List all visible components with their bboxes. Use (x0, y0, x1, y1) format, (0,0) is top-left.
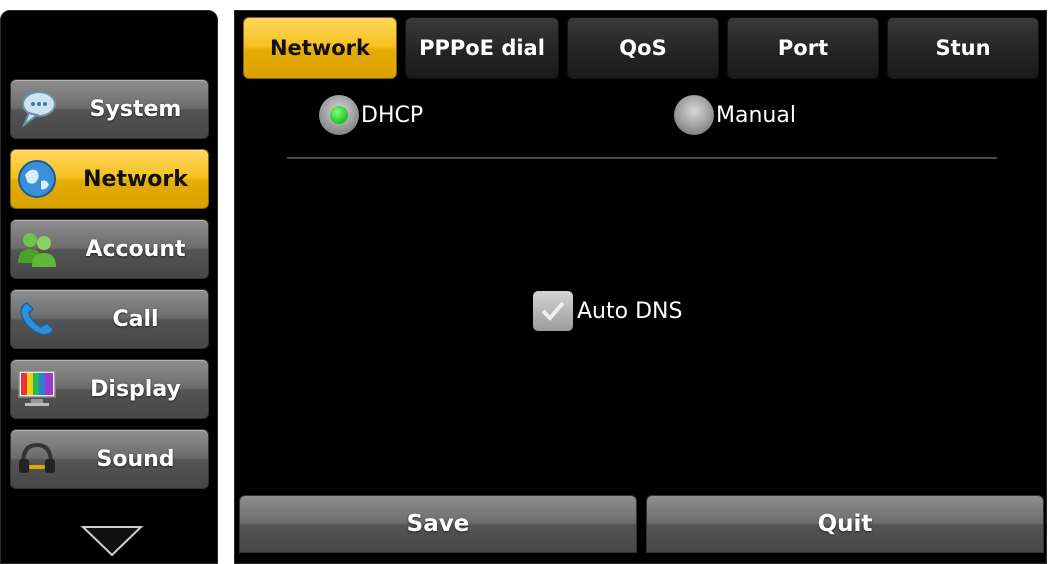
radio-on-icon (319, 95, 359, 135)
tab-port[interactable]: Port (727, 17, 879, 79)
sidebar-item-label: Call (112, 306, 159, 332)
chat-bubble-icon (21, 91, 56, 129)
quit-button[interactable]: Quit (646, 495, 1044, 553)
sidebar-item-label: Account (85, 236, 186, 262)
monitor-color-bars-icon (18, 370, 56, 406)
tab-pppoe-dial[interactable]: PPPoE dial (405, 17, 559, 79)
sidebar-item-label: System (89, 96, 182, 122)
globe-icon (18, 160, 56, 198)
sidebar-item-system[interactable]: System (10, 79, 209, 139)
sidebar-item-label: Sound (96, 446, 175, 472)
auto-dns-label: Auto DNS (577, 298, 683, 324)
sidebar-item-account[interactable]: Account (10, 219, 209, 279)
sidebar-item-sound[interactable]: Sound (10, 429, 209, 489)
radio-off-icon (674, 95, 714, 135)
settings-panel: Network PPPoE dial QoS Port Stun DHCP Ma… (234, 10, 1047, 564)
headset-icon (19, 442, 55, 473)
auto-dns-checkbox[interactable]: Auto DNS (533, 291, 682, 331)
tab-stun[interactable]: Stun (887, 17, 1039, 79)
manual-radio[interactable]: Manual (674, 95, 796, 135)
sidebar-item-label: Network (83, 166, 188, 192)
divider (287, 157, 997, 159)
tab-qos[interactable]: QoS (567, 17, 719, 79)
dhcp-label: DHCP (361, 102, 424, 128)
save-button[interactable]: Save (239, 495, 637, 553)
sidebar-item-display[interactable]: Display (10, 359, 209, 419)
manual-label: Manual (716, 102, 796, 128)
chevron-down-icon[interactable] (79, 523, 145, 559)
phone-handset-icon (20, 302, 54, 336)
sidebar: System Network Account Call Display Soun… (0, 10, 218, 564)
checkmark-icon (533, 291, 573, 331)
users-icon (18, 233, 56, 267)
tab-network[interactable]: Network (243, 17, 397, 79)
sidebar-item-network[interactable]: Network (10, 149, 209, 209)
sidebar-item-call[interactable]: Call (10, 289, 209, 349)
dhcp-radio[interactable]: DHCP (319, 95, 423, 135)
sidebar-item-label: Display (90, 376, 181, 402)
